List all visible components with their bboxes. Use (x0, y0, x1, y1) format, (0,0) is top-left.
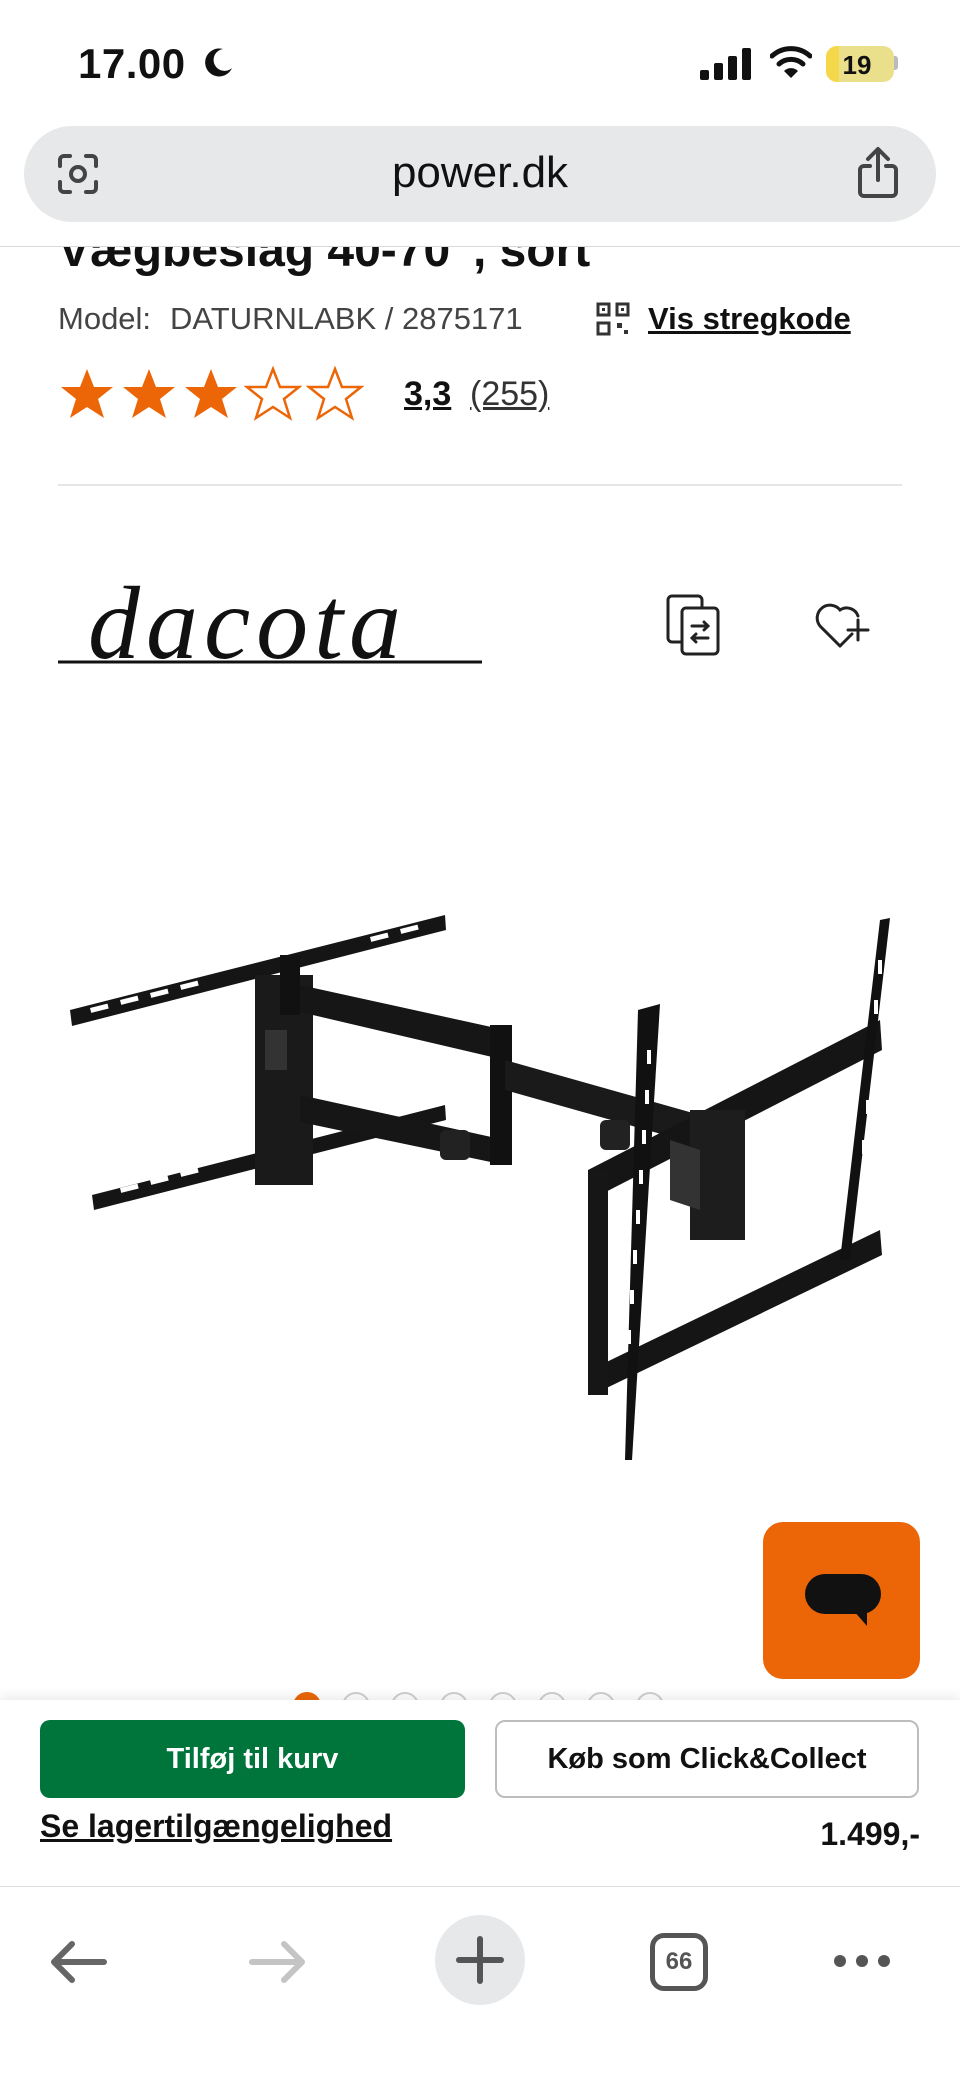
star-icon (123, 369, 175, 418)
section-divider (58, 484, 902, 486)
model-label: Model: (58, 301, 152, 336)
more-icon[interactable] (832, 1953, 892, 1969)
brand-logo: dacota (58, 578, 482, 668)
barcode-icon[interactable] (596, 302, 630, 336)
star-icon (185, 369, 237, 418)
signal-icon (700, 48, 751, 80)
pagination-dot[interactable] (342, 1692, 370, 1700)
model-value: DATURNLABK / 2875171 (170, 301, 523, 336)
status-bar: 17.00 19 (0, 0, 960, 120)
rating-count[interactable]: (255) (470, 375, 549, 414)
wishlist-heart-icon[interactable] (812, 596, 872, 650)
brand-logo-text: dacota (88, 578, 407, 668)
product-title-clip: Vægbeslag 40-70", sort (0, 247, 960, 277)
moon-icon (205, 48, 232, 77)
star-outline-icon (306, 366, 364, 421)
chat-button[interactable] (763, 1522, 920, 1679)
pagination-dot[interactable] (587, 1692, 615, 1700)
pagination-dot[interactable] (636, 1692, 664, 1700)
add-to-cart-button[interactable]: Tilføj til kurv (40, 1720, 465, 1798)
product-image[interactable] (60, 900, 910, 1460)
stock-availability-link[interactable]: Se lagertilgængelighed (40, 1808, 392, 1845)
back-arrow-icon[interactable] (48, 1939, 108, 1985)
browser-toolbar: 66 (0, 1887, 960, 2078)
pagination-dot[interactable] (440, 1692, 468, 1700)
new-tab-button[interactable] (435, 1915, 525, 2005)
tabs-button[interactable]: 66 (650, 1933, 708, 1991)
wifi-icon (770, 46, 812, 78)
battery-cap (894, 56, 898, 70)
chat-icon (805, 1574, 881, 1626)
address-bar[interactable]: power.dk (24, 126, 936, 222)
rating-stars[interactable] (58, 366, 364, 422)
click-collect-button[interactable]: Køb som Click&Collect (495, 1720, 919, 1798)
pagination-dot[interactable] (391, 1692, 419, 1700)
forward-arrow-icon[interactable] (248, 1939, 308, 1985)
url-domain[interactable]: power.dk (24, 148, 936, 198)
star-outline-icon (244, 366, 302, 421)
gallery-pagination[interactable] (0, 1682, 960, 1700)
plus-icon (456, 1936, 504, 1984)
purchase-panel: Tilføj til kurv Køb som Click&Collect Se… (0, 1700, 960, 1886)
compare-icon[interactable] (664, 592, 724, 658)
product-price: 1.499,- (820, 1816, 920, 1852)
rating-value[interactable]: 3,3 (404, 375, 451, 414)
show-barcode-link[interactable]: Vis stregkode (648, 301, 851, 337)
pagination-dot[interactable] (489, 1692, 517, 1700)
status-time: 17.00 (78, 40, 186, 87)
pagination-dot-active[interactable] (293, 1692, 321, 1700)
share-icon[interactable] (854, 146, 902, 200)
tab-count: 66 (665, 1948, 693, 1975)
battery-indicator: 19 (826, 46, 894, 82)
product-title: Vægbeslag 40-70", sort (58, 247, 591, 277)
pagination-dot[interactable] (538, 1692, 566, 1700)
star-icon (61, 369, 113, 418)
battery-level: 19 (842, 50, 872, 80)
